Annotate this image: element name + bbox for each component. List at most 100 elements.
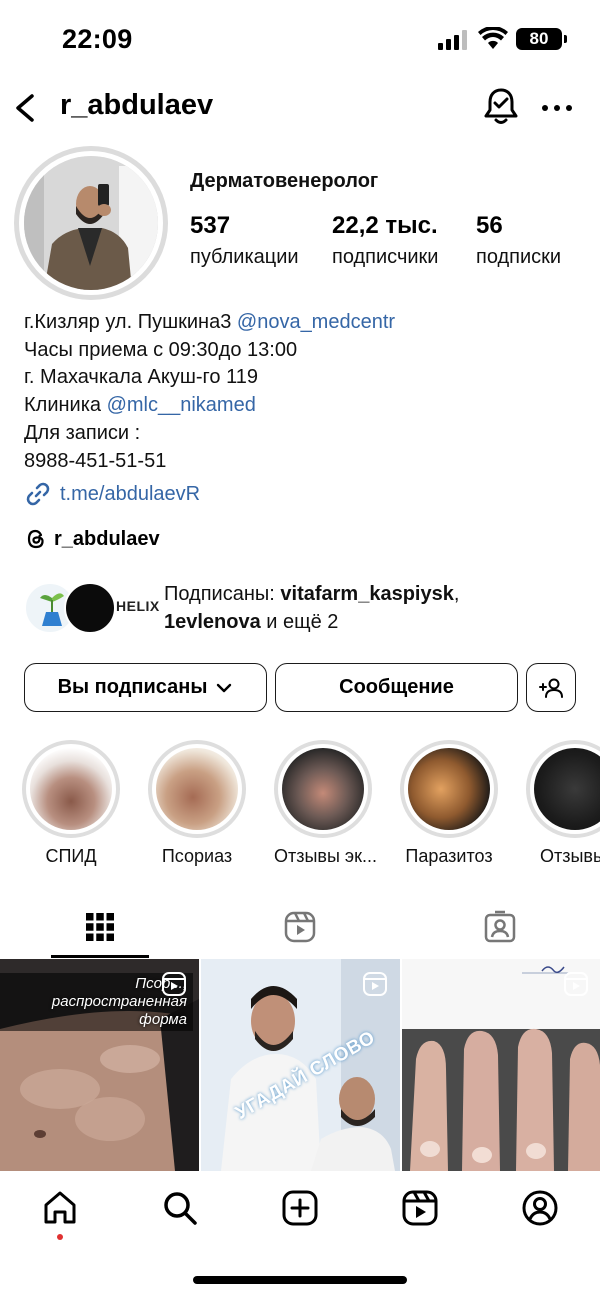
threads-icon bbox=[27, 529, 44, 549]
back-arrow-icon[interactable] bbox=[10, 88, 40, 128]
bio-line-4: Клиника bbox=[24, 394, 107, 417]
post-thumbnail-2[interactable]: УГАДАЙ СЛОВО bbox=[201, 959, 400, 1171]
stat-following[interactable]: 56 подписки bbox=[476, 212, 561, 269]
reels-nav-icon bbox=[402, 1190, 438, 1226]
mutual-user-2[interactable]: 1evlenova bbox=[164, 611, 261, 633]
highlight-cover-reviews-ek bbox=[282, 748, 364, 830]
highlight-ring bbox=[526, 740, 600, 838]
battery-icon: 80 bbox=[516, 28, 567, 50]
highlight-label: Отзывы эк... bbox=[274, 846, 377, 866]
message-button[interactable]: Сообщение bbox=[275, 663, 518, 712]
nav-home[interactable] bbox=[30, 1185, 90, 1231]
bio-mention-nova[interactable]: @nova_medcentr bbox=[237, 311, 395, 333]
tagged-icon bbox=[484, 910, 516, 943]
message-button-label: Сообщение bbox=[339, 676, 454, 698]
highlight-cover-parasitosis bbox=[408, 748, 490, 830]
mutual-followers-text[interactable]: Подписаны: vitafarm_kaspiysk, 1evlenova и… bbox=[164, 580, 584, 636]
home-icon bbox=[44, 1191, 76, 1224]
tab-tagged[interactable] bbox=[400, 896, 600, 958]
mutual-suffix: и ещё 2 bbox=[260, 611, 339, 633]
suggested-users-button[interactable] bbox=[526, 663, 576, 712]
profile-category: Дерматовенеролог bbox=[190, 170, 379, 192]
stat-posts-count: 537 bbox=[190, 212, 231, 239]
search-icon bbox=[164, 1192, 197, 1225]
highlight-cover-aids bbox=[30, 748, 112, 830]
notification-bell-icon[interactable] bbox=[482, 86, 520, 126]
wifi-icon bbox=[478, 27, 508, 49]
reel-badge-icon bbox=[162, 972, 186, 996]
grid-icon bbox=[86, 913, 114, 941]
highlight-label: Паразитоз bbox=[405, 846, 493, 866]
highlight-cover-reviews bbox=[534, 748, 600, 830]
nav-search[interactable] bbox=[150, 1185, 210, 1231]
status-bar: 22:09 80 bbox=[0, 0, 600, 80]
mutual-user-1[interactable]: vitafarm_kaspiysk bbox=[280, 583, 453, 605]
chevron-down-icon bbox=[217, 683, 232, 692]
home-indicator-bar[interactable] bbox=[193, 1276, 407, 1284]
create-post-icon bbox=[282, 1190, 318, 1226]
bio-line-2: Часы приема с 09:30до 13:00 bbox=[24, 338, 298, 361]
stat-followers[interactable]: 22,2 тыс. подписчики bbox=[332, 212, 438, 269]
profile-link-text: t.me/abdulaevR bbox=[60, 482, 201, 505]
more-options-icon[interactable] bbox=[540, 98, 574, 118]
post-1-caption-line-2: распространенная форма bbox=[51, 993, 187, 1028]
nav-create[interactable] bbox=[270, 1185, 330, 1231]
link-icon bbox=[26, 482, 50, 506]
highlight-label: СПИД bbox=[45, 846, 97, 866]
mutual-avatar-2-text: HELIX bbox=[116, 598, 160, 614]
reel-badge-icon bbox=[363, 972, 387, 996]
highlight-parasitosis[interactable]: Паразитоз bbox=[400, 740, 498, 867]
bio-line-1: г.Кизляр ул. Пушкина3 bbox=[24, 311, 237, 333]
cellular-signal-icon bbox=[438, 30, 467, 50]
status-time: 22:09 bbox=[62, 24, 133, 54]
highlight-aids[interactable]: СПИД bbox=[22, 740, 120, 867]
post-thumbnail-3[interactable] bbox=[402, 959, 600, 1171]
highlight-reviews[interactable]: Отзывы bbox=[526, 740, 600, 867]
highlight-label: Отзывы bbox=[540, 846, 600, 866]
profile-bio: г.Кизляр ул. Пушкина3 @nova_medcentr Час… bbox=[24, 309, 395, 475]
reel-badge-icon bbox=[564, 972, 588, 996]
profile-avatar[interactable] bbox=[24, 156, 158, 290]
highlight-ring bbox=[22, 740, 120, 838]
threads-badge[interactable]: r_abdulaev bbox=[24, 527, 160, 551]
profile-link[interactable]: t.me/abdulaevR bbox=[24, 480, 200, 508]
reels-icon bbox=[284, 911, 316, 943]
mutual-prefix: Подписаны: bbox=[164, 583, 281, 605]
profile-tabs bbox=[0, 896, 600, 958]
post-thumbnail-1[interactable]: Псор..., распространенная форма bbox=[0, 959, 199, 1171]
stat-posts-label: публикации bbox=[190, 246, 299, 268]
stat-followers-count: 22,2 тыс. bbox=[332, 212, 438, 239]
mutual-avatar-2 bbox=[64, 582, 116, 634]
nav-profile[interactable] bbox=[510, 1185, 570, 1231]
threads-username: r_abdulaev bbox=[54, 527, 160, 550]
highlight-cover-psoriasis bbox=[156, 748, 238, 830]
profile-icon bbox=[522, 1190, 558, 1226]
highlight-ring bbox=[400, 740, 498, 838]
following-button[interactable]: Вы подписаны bbox=[24, 663, 267, 712]
mutual-separator: , bbox=[453, 583, 460, 605]
active-tab-indicator bbox=[51, 955, 149, 958]
home-notification-dot bbox=[57, 1234, 63, 1240]
nav-reels[interactable] bbox=[390, 1185, 450, 1231]
profile-username: r_abdulaev bbox=[60, 89, 214, 121]
stat-following-count: 56 bbox=[476, 212, 503, 239]
highlight-reviews-ek[interactable]: Отзывы эк... bbox=[274, 740, 377, 867]
bio-mention-clinic[interactable]: @mlc__nikamed bbox=[107, 394, 256, 416]
posts-grid: Псор..., распространенная форма УГАДАЙ СЛ… bbox=[0, 959, 600, 1171]
bio-phone: 8988-451-51-51 bbox=[24, 449, 167, 472]
add-user-icon bbox=[539, 678, 563, 698]
mutual-followers-avatars[interactable]: HELIX bbox=[24, 580, 164, 636]
highlight-label: Псориаз bbox=[161, 846, 233, 866]
avatar-photo bbox=[24, 156, 158, 290]
tab-reels[interactable] bbox=[200, 896, 400, 958]
tab-posts-grid[interactable] bbox=[0, 896, 200, 958]
stat-following-label: подписки bbox=[476, 246, 562, 268]
stat-posts[interactable]: 537 публикации bbox=[190, 212, 299, 269]
highlight-ring bbox=[148, 740, 246, 838]
highlight-psoriasis[interactable]: Псориаз bbox=[148, 740, 246, 867]
bio-line-3: г. Махачкала Акуш-го 119 bbox=[24, 366, 258, 389]
following-button-label: Вы подписаны bbox=[57, 676, 208, 698]
highlight-ring bbox=[274, 740, 372, 838]
bio-line-5: Для записи : bbox=[24, 421, 141, 444]
profile-header: r_abdulaev bbox=[0, 80, 600, 136]
